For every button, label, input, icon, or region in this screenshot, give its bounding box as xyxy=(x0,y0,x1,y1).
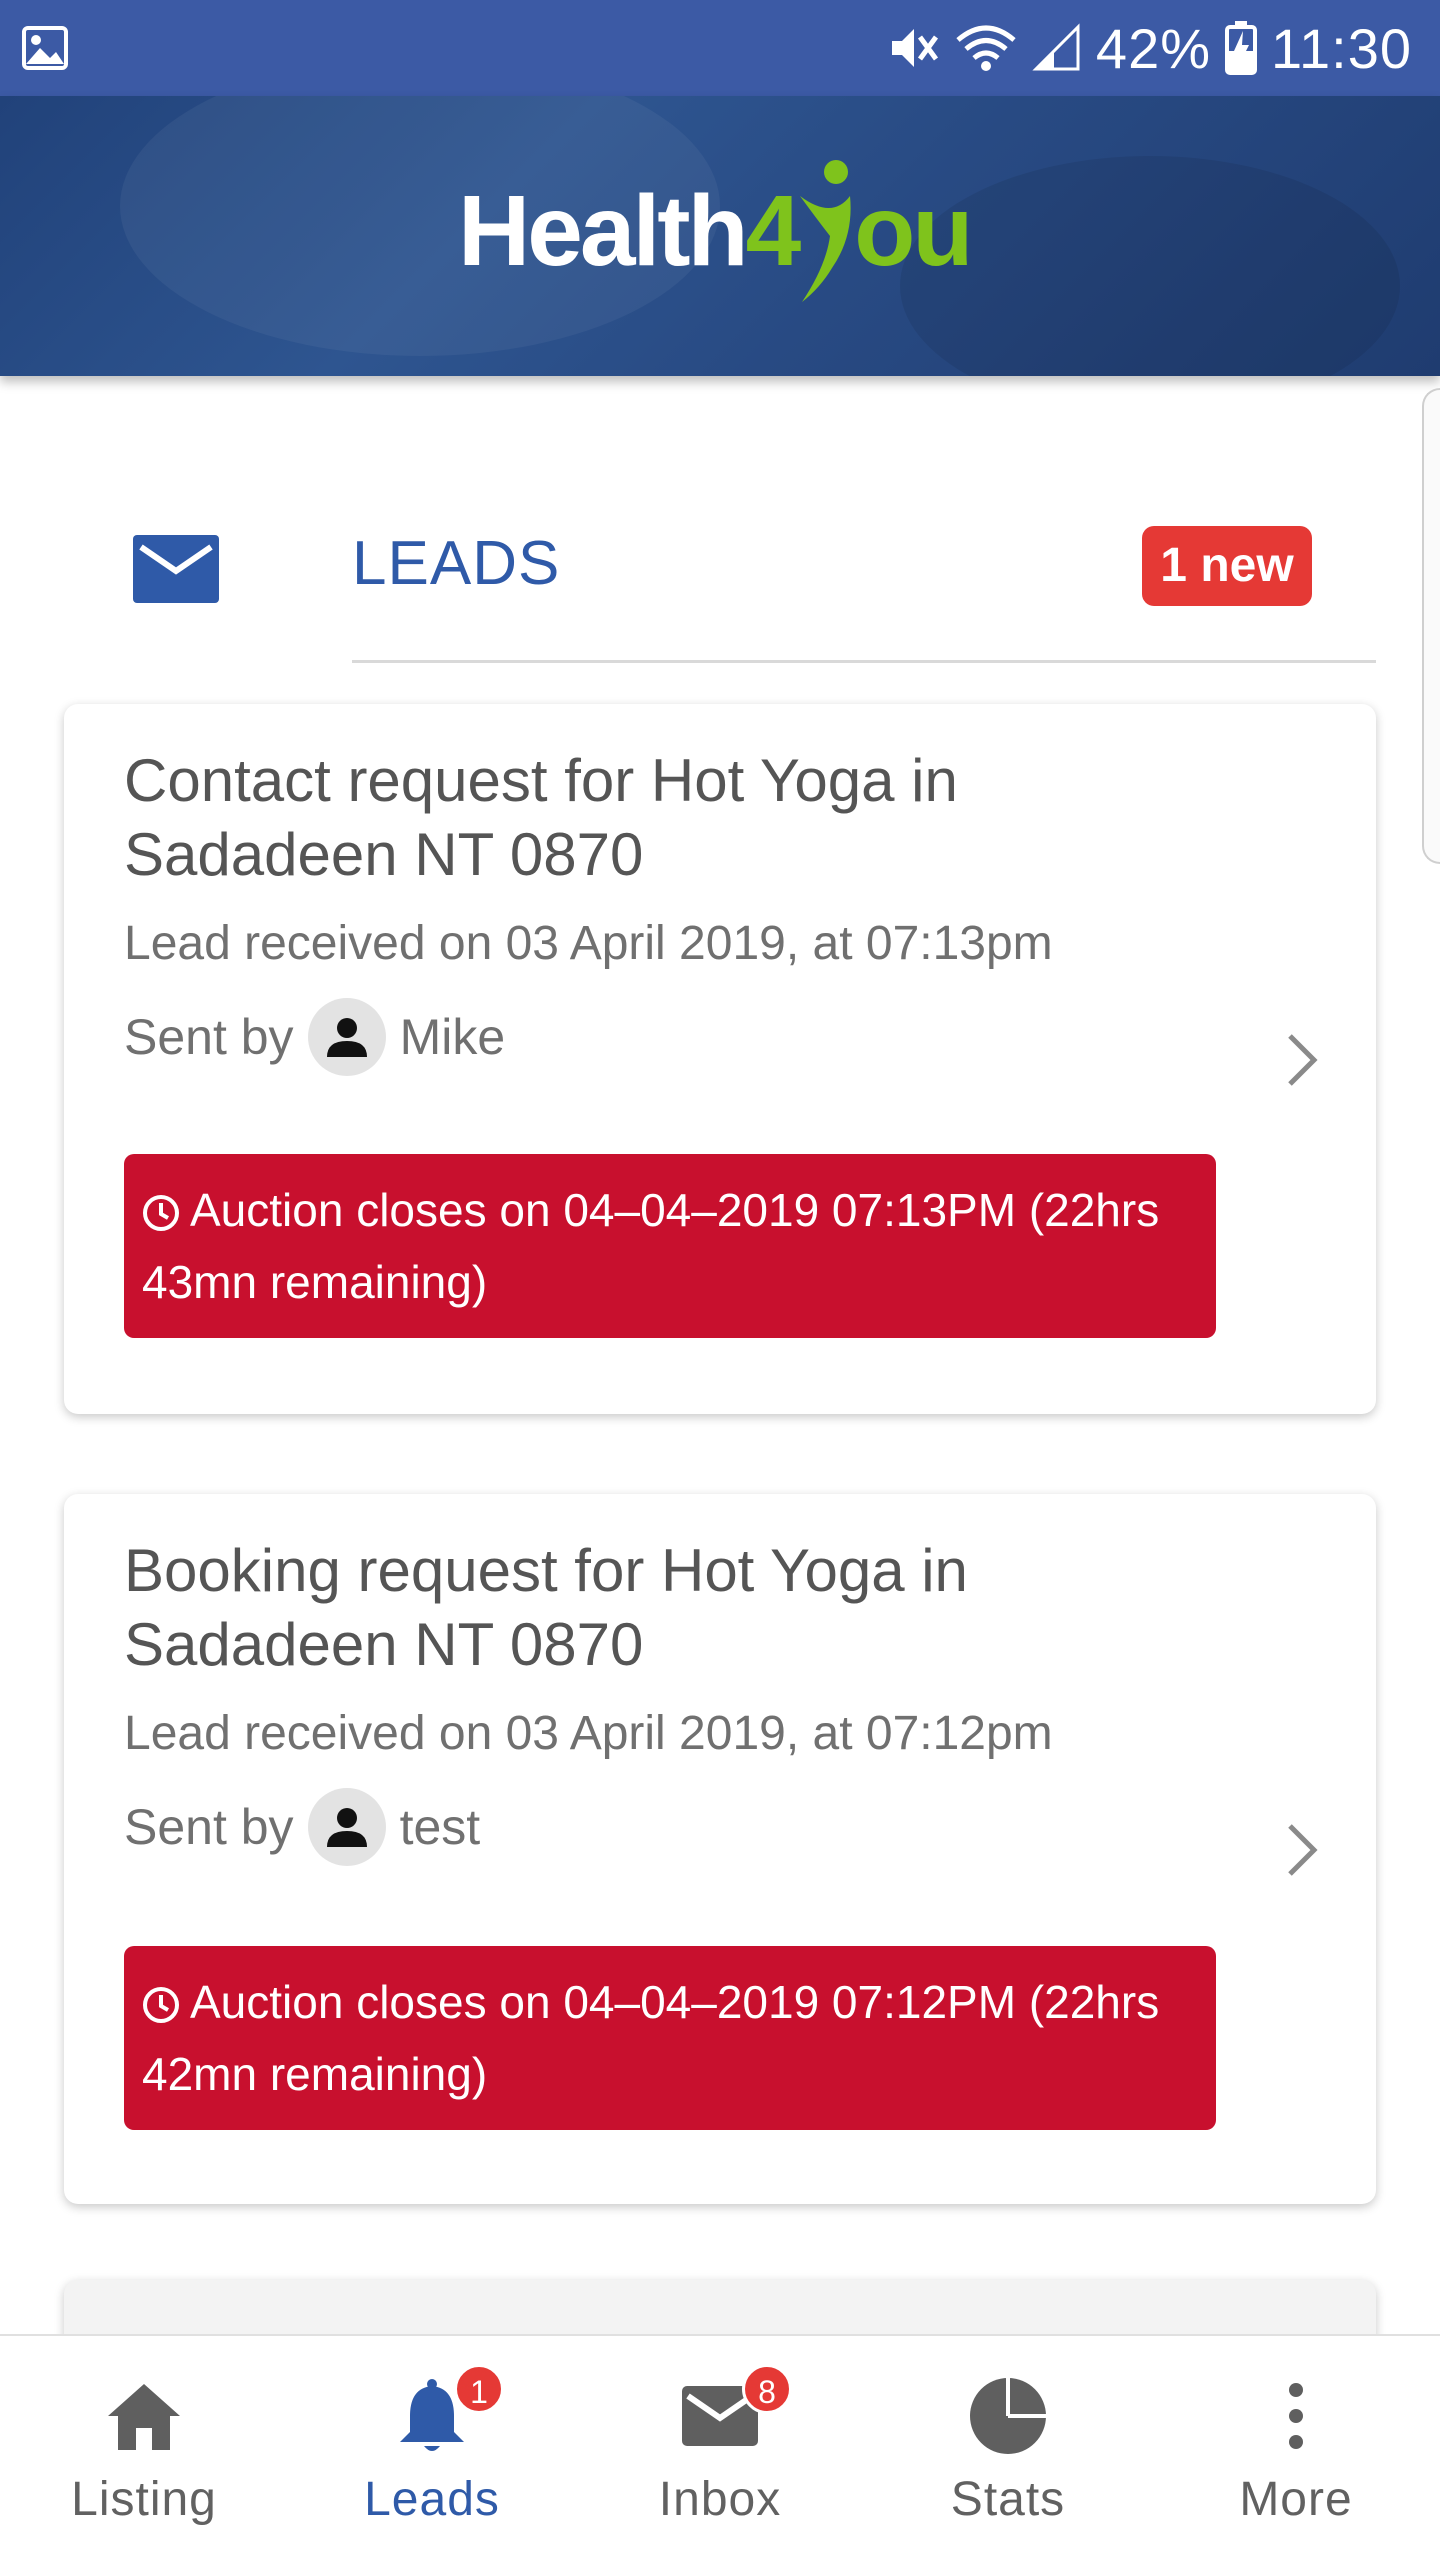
sent-by-row: Sent by test xyxy=(124,1788,480,1866)
sender-name: Mike xyxy=(399,1009,506,1065)
leads-title: LEADS xyxy=(352,529,561,598)
nav-leads[interactable]: 1 Leads xyxy=(288,2336,576,2562)
sent-by-row: Sent by Mike xyxy=(124,998,505,1076)
app-header: Health 4 ou xyxy=(0,96,1440,376)
clock-icon xyxy=(143,1987,179,2023)
battery-charging-icon xyxy=(1225,21,1258,75)
lead-title: Contact request for Hot Yoga in Sadadeen… xyxy=(124,747,958,888)
battery-percent: 42% xyxy=(1095,16,1212,80)
auction-alert: Auction closes on 04–04–2019 07:13PM (22… xyxy=(124,1154,1216,1338)
auction-text: Auction closes on 04–04–2019 07:13PM (22… xyxy=(142,1184,1160,1308)
signal-icon xyxy=(1032,23,1080,71)
nav-label: Inbox xyxy=(658,2473,782,2526)
pie-chart-icon xyxy=(970,2378,1046,2454)
bottom-navigation: Listing 1 Leads 8 Inbox Stats More xyxy=(0,2334,1440,2560)
auction-text: Auction closes on 04–04–2019 07:12PM (22… xyxy=(142,1976,1160,2100)
person-icon xyxy=(326,1808,367,1847)
gallery-notification-icon xyxy=(22,26,68,70)
status-bar: 42% 11:30 xyxy=(0,0,1440,96)
nav-label: Listing xyxy=(71,2473,217,2526)
home-icon xyxy=(108,2384,180,2450)
auction-alert: Auction closes on 04–04–2019 07:12PM (22… xyxy=(124,1946,1216,2130)
avatar xyxy=(307,1788,386,1866)
lead-title: Booking request for Hot Yoga in Sadadeen… xyxy=(124,1537,968,1678)
clock-time: 11:30 xyxy=(1271,16,1412,80)
nav-listing[interactable]: Listing xyxy=(0,2336,288,2562)
sent-by-label: Sent by xyxy=(124,1799,294,1855)
person-icon xyxy=(326,1018,367,1057)
lead-card[interactable]: Contact request for Hot Yoga in Sadadeen… xyxy=(64,704,1376,1414)
sent-by-label: Sent by xyxy=(124,1009,294,1065)
clock-icon xyxy=(143,1195,179,1231)
divider xyxy=(352,660,1376,663)
leads-section-header: LEADS 1 new xyxy=(0,500,1440,670)
lead-card[interactable]: Booking request for Hot Yoga in Sadadeen… xyxy=(64,1494,1376,2204)
lead-received-date: Lead received on 03 April 2019, at 07:13… xyxy=(124,917,1053,970)
health4you-logo: Health 4 ou xyxy=(458,156,973,306)
nav-label: Leads xyxy=(364,2473,500,2526)
more-vertical-icon xyxy=(1289,2383,1303,2449)
lead-received-date: Lead received on 03 April 2019, at 07:12… xyxy=(124,1707,1053,1760)
new-leads-badge: 1 new xyxy=(1142,526,1312,606)
nav-more[interactable]: More xyxy=(1152,2336,1440,2562)
wifi-icon xyxy=(956,25,1016,71)
nav-label: Stats xyxy=(950,2473,1066,2526)
nav-label: More xyxy=(1239,2473,1353,2526)
nav-stats[interactable]: Stats xyxy=(864,2336,1152,2562)
avatar xyxy=(307,998,386,1076)
sender-name: test xyxy=(399,1799,481,1855)
notification-badge: 1 xyxy=(454,2364,504,2414)
nav-inbox[interactable]: 8 Inbox xyxy=(576,2336,864,2562)
mute-icon xyxy=(891,29,938,67)
logo-figure-icon xyxy=(800,160,851,302)
chevron-right-icon[interactable] xyxy=(1282,1820,1322,1880)
envelope-icon xyxy=(133,535,219,603)
notification-badge: 8 xyxy=(742,2364,792,2414)
chevron-right-icon[interactable] xyxy=(1282,1030,1322,1090)
